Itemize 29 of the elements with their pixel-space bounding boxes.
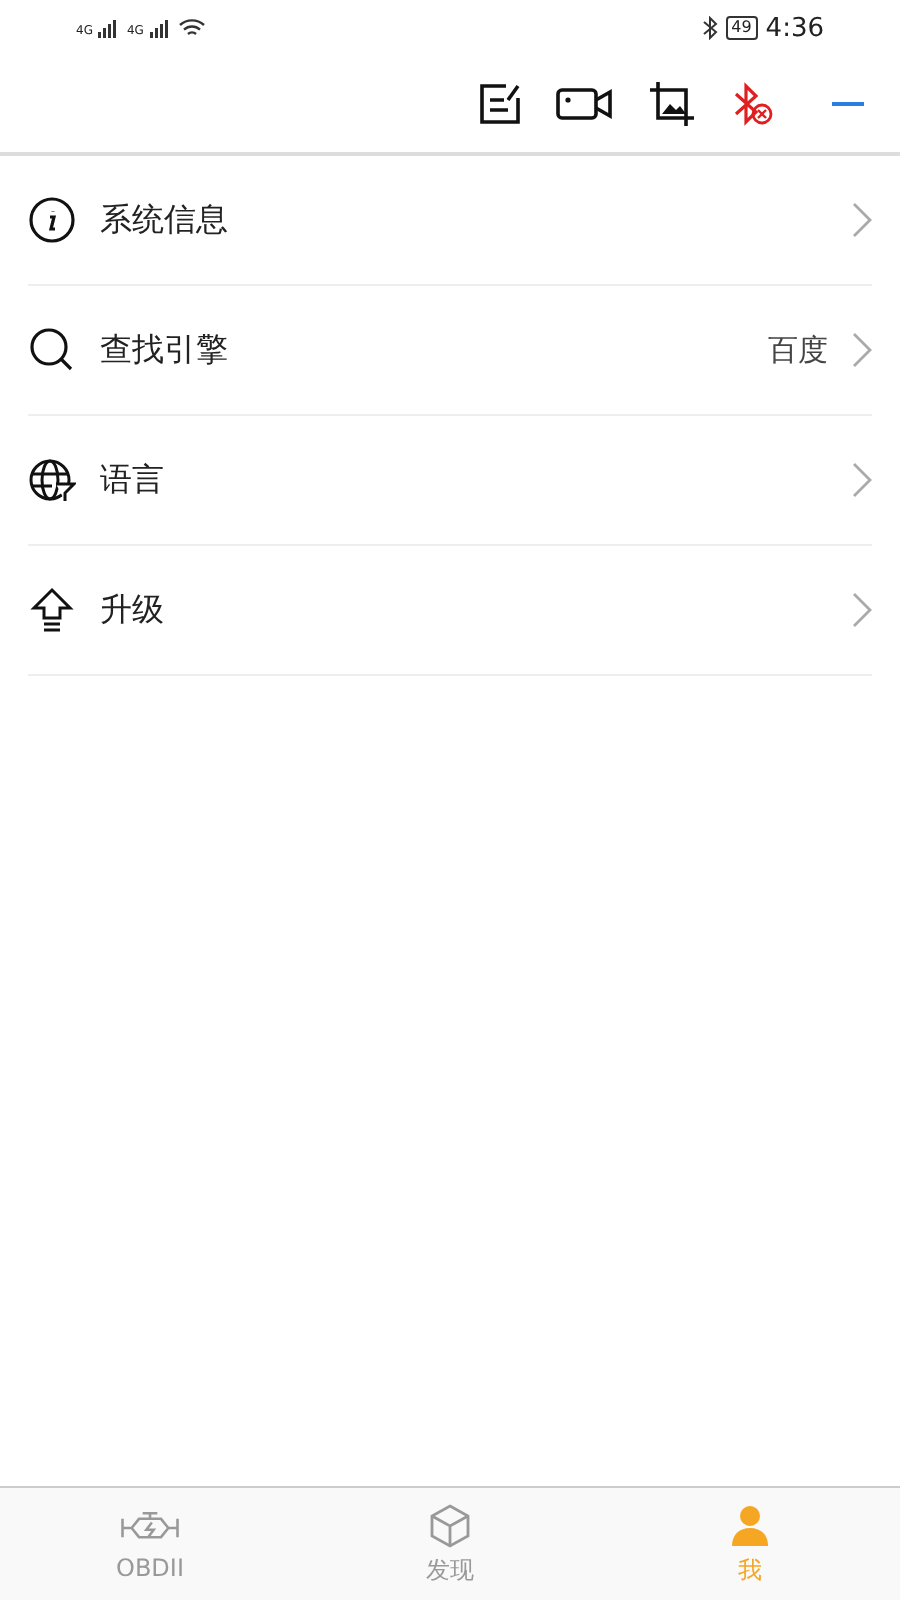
minimize-button[interactable] [832, 100, 864, 108]
chevron-right-icon [852, 462, 872, 498]
signal-icon [149, 19, 170, 37]
chevron-right-icon [852, 202, 872, 238]
person-icon [726, 1501, 774, 1549]
crop-image-button[interactable] [648, 80, 696, 128]
search-icon [28, 326, 76, 374]
battery-level: 49 [725, 16, 758, 40]
info-icon [28, 196, 76, 244]
menu-row[interactable]: 查找引擎 百度 [28, 286, 872, 416]
menu-label: 查找引擎 [100, 329, 230, 371]
menu-label: 语言 [100, 459, 166, 501]
video-button[interactable] [556, 84, 616, 124]
chevron-right-icon [852, 332, 872, 368]
note-button[interactable] [476, 80, 524, 128]
menu-row[interactable]: 语言 [28, 416, 872, 546]
menu-label: 系统信息 [100, 199, 230, 241]
menu-row[interactable]: 升级 [28, 546, 872, 676]
chevron-right-icon [852, 592, 872, 628]
menu-value: 百度 [768, 331, 828, 369]
menu-row[interactable]: 系统信息 [28, 156, 872, 286]
bluetooth-icon [701, 16, 718, 40]
clock-time: 4:36 [765, 13, 824, 43]
globe-icon [28, 456, 76, 504]
cube-icon [426, 1501, 474, 1549]
menu-label: 升级 [100, 589, 166, 631]
signal-icon [98, 19, 119, 37]
wifi-icon [177, 18, 206, 38]
upgrade-icon [28, 586, 76, 634]
